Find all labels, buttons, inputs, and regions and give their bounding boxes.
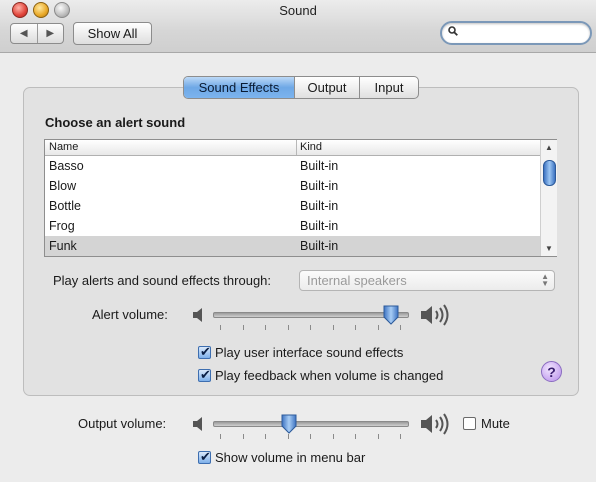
slider-tick bbox=[243, 325, 244, 330]
tab-output[interactable]: Output bbox=[295, 77, 360, 98]
column-header-name[interactable]: Name bbox=[49, 141, 78, 153]
sound-kind-cell: Built-in bbox=[300, 239, 339, 253]
output-volume-thumb[interactable] bbox=[280, 414, 298, 434]
table-row[interactable]: Bottle Built-in bbox=[45, 196, 540, 216]
slider-tick bbox=[400, 434, 401, 439]
tab-bar: Sound Effects Output Input bbox=[183, 76, 419, 99]
alert-sound-heading: Choose an alert sound bbox=[45, 115, 186, 130]
table-row[interactable]: Basso Built-in bbox=[45, 156, 540, 176]
slider-tick bbox=[378, 434, 379, 439]
back-forward-control: ◀ ▶ bbox=[10, 23, 64, 44]
alert-volume-slider[interactable] bbox=[213, 305, 409, 339]
tab-input[interactable]: Input bbox=[360, 77, 418, 98]
table-row[interactable]: Funk Built-in bbox=[45, 236, 540, 256]
table-rows: Basso Built-in Blow Built-in Bottle Built-in F… bbox=[45, 156, 540, 256]
alert-volume-thumb[interactable] bbox=[382, 305, 400, 325]
tab-sound-effects[interactable]: Sound Effects bbox=[184, 77, 295, 98]
slider-tick bbox=[220, 434, 221, 439]
sound-kind-cell: Built-in bbox=[300, 199, 339, 213]
play-through-popup[interactable]: Internal speakers ▲ ▼ bbox=[299, 270, 555, 291]
slider-tick bbox=[355, 434, 356, 439]
slider-tick bbox=[220, 325, 221, 330]
scroll-up-arrow-icon[interactable]: ▲ bbox=[545, 143, 553, 152]
forward-button[interactable]: ▶ bbox=[38, 24, 64, 43]
sound-name-cell: Basso bbox=[49, 159, 84, 173]
show-volume-menu-bar-label[interactable]: Show volume in menu bar bbox=[215, 450, 365, 465]
table-scrollbar[interactable]: ▲ ▼ bbox=[540, 140, 557, 256]
slider-tick bbox=[288, 325, 289, 330]
help-button[interactable]: ? bbox=[541, 361, 562, 382]
slider-tick bbox=[310, 325, 311, 330]
sound-kind-cell: Built-in bbox=[300, 219, 339, 233]
slider-tick bbox=[355, 325, 356, 330]
slider-tick bbox=[288, 434, 289, 439]
window-title: Sound bbox=[279, 3, 317, 18]
table-row[interactable]: Blow Built-in bbox=[45, 176, 540, 196]
scrollbar-thumb[interactable] bbox=[543, 160, 556, 186]
sound-name-cell: Funk bbox=[49, 239, 77, 253]
slider-tick bbox=[310, 434, 311, 439]
output-volume-label: Output volume: bbox=[78, 416, 167, 431]
back-button[interactable]: ◀ bbox=[11, 24, 38, 43]
alert-volume-label: Alert volume: bbox=[92, 307, 168, 322]
output-volume-slider[interactable] bbox=[213, 414, 409, 448]
search-icon bbox=[448, 26, 458, 36]
mute-checkbox[interactable] bbox=[463, 417, 476, 430]
sound-name-cell: Frog bbox=[49, 219, 75, 233]
sound-name-cell: Bottle bbox=[49, 199, 81, 213]
alert-sound-table: Name Kind Basso Built-in Blow Built-in Bottl… bbox=[44, 139, 557, 257]
speaker-high-icon bbox=[421, 304, 449, 326]
slider-tick bbox=[265, 434, 266, 439]
slider-tick bbox=[333, 434, 334, 439]
sound-kind-cell: Built-in bbox=[300, 159, 339, 173]
show-volume-menu-bar-checkbox[interactable] bbox=[198, 449, 211, 465]
table-header: Name Kind bbox=[45, 140, 540, 156]
play-through-label: Play alerts and sound effects through: bbox=[53, 273, 272, 288]
mute-label[interactable]: Mute bbox=[481, 416, 510, 431]
slider-tick bbox=[243, 434, 244, 439]
volume-feedback-label[interactable]: Play feedback when volume is changed bbox=[215, 368, 443, 383]
sound-name-cell: Blow bbox=[49, 179, 77, 193]
speaker-low-icon bbox=[193, 308, 202, 322]
speaker-low-icon bbox=[193, 417, 202, 431]
slider-tick bbox=[265, 325, 266, 330]
slider-tick bbox=[333, 325, 334, 330]
play-through-value: Internal speakers bbox=[307, 273, 407, 288]
speaker-high-icon bbox=[421, 413, 449, 435]
ui-sound-effects-checkbox[interactable] bbox=[198, 344, 211, 360]
table-row[interactable]: Frog Built-in bbox=[45, 216, 540, 236]
scroll-down-arrow-icon[interactable]: ▼ bbox=[545, 244, 553, 253]
sound-kind-cell: Built-in bbox=[300, 179, 339, 193]
volume-feedback-checkbox[interactable] bbox=[198, 367, 211, 383]
search-field[interactable] bbox=[440, 21, 592, 45]
ui-sound-effects-label[interactable]: Play user interface sound effects bbox=[215, 345, 403, 360]
slider-tick bbox=[400, 325, 401, 330]
slider-tick bbox=[378, 325, 379, 330]
column-header-kind[interactable]: Kind bbox=[300, 141, 322, 153]
show-all-button[interactable]: Show All bbox=[73, 22, 152, 45]
popup-arrows-icon: ▲ ▼ bbox=[541, 272, 549, 288]
